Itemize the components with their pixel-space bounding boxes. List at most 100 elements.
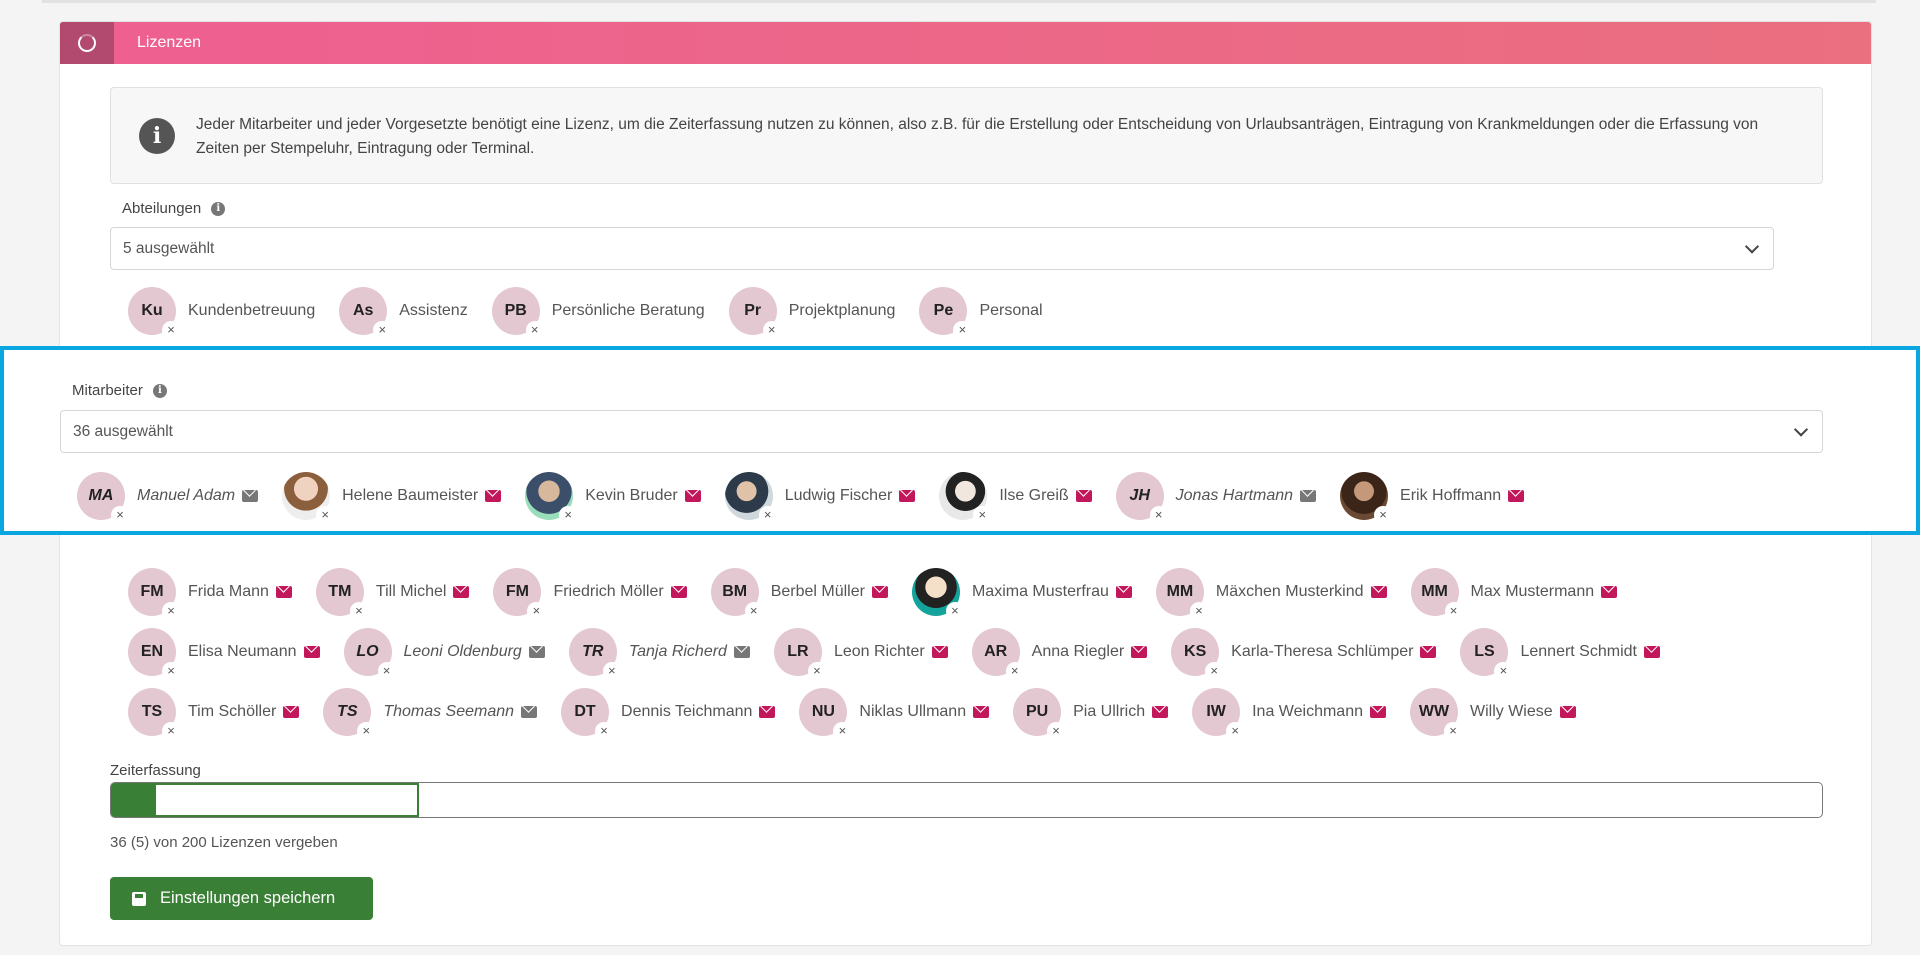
avatar-initials: Pr (744, 302, 762, 319)
avatar: LO × (343, 628, 396, 680)
employees-row-en: EN × Elisa Neumann LO × Leoni Oldenburg TR × Tan… (128, 628, 1684, 680)
chip-name: Kevin Bruder (585, 487, 678, 504)
remove-icon[interactable]: × (595, 722, 614, 740)
avatar: TS × (128, 688, 180, 740)
envelope-icon[interactable] (1370, 586, 1387, 598)
remove-icon[interactable]: × (1005, 662, 1024, 680)
avatar-initials: TR (582, 643, 604, 660)
remove-icon[interactable]: × (1374, 506, 1393, 524)
chip: As × Assistenz (339, 287, 468, 339)
avatar: Pe × (919, 287, 972, 339)
remove-icon[interactable]: × (973, 506, 992, 524)
remove-icon[interactable]: × (744, 602, 763, 620)
avatar-initials: NU (811, 703, 835, 720)
envelope-icon[interactable] (1369, 706, 1386, 718)
departments-select[interactable]: 5 ausgewählt (110, 227, 1774, 270)
avatar: TS × (323, 688, 376, 740)
envelope-icon[interactable] (485, 490, 502, 502)
avatar: MM × (1155, 568, 1208, 620)
chip: LS × Lennert Schmidt (1460, 628, 1660, 680)
remove-icon[interactable]: × (602, 662, 621, 680)
avatar: × (525, 472, 578, 524)
envelope-icon[interactable] (1559, 706, 1576, 718)
envelope-icon[interactable] (1643, 646, 1660, 658)
chip-name: Tim Schöller (188, 703, 277, 720)
remove-icon[interactable]: × (1444, 602, 1463, 620)
remove-icon[interactable]: × (162, 662, 180, 680)
avatar-initials: Ku (141, 302, 163, 319)
envelope-icon[interactable] (521, 706, 538, 718)
chip-name: Helene Baumeister (342, 487, 479, 504)
chip: NU × Niklas Ullmann (799, 688, 990, 740)
envelope-icon[interactable] (733, 646, 750, 658)
chip: TS × Tim Schöller (128, 688, 300, 740)
remove-icon[interactable]: × (1149, 506, 1168, 524)
remove-icon[interactable]: × (162, 602, 180, 620)
envelope-icon[interactable] (684, 490, 701, 502)
chip-name: Maxima Musterfrau (971, 583, 1109, 600)
remove-icon[interactable]: × (762, 321, 781, 339)
avatar-initials: KS (1184, 643, 1207, 660)
chip: BM × Berbel Müller (710, 568, 888, 620)
envelope-icon[interactable] (973, 706, 990, 718)
envelope-icon[interactable] (303, 646, 320, 658)
chip-name: Karla-Theresa Schlümper (1231, 643, 1414, 660)
envelope-icon[interactable] (242, 490, 259, 502)
envelope-icon[interactable] (1075, 490, 1092, 502)
remove-icon[interactable]: × (807, 662, 826, 680)
employees-select[interactable]: 36 ausgewählt (60, 410, 1823, 453)
time-tracking-label: Zeiterfassung (110, 762, 201, 779)
envelope-icon[interactable] (1131, 646, 1148, 658)
remove-icon[interactable]: × (1189, 602, 1208, 620)
chip-name: Anna Riegler (1031, 643, 1125, 660)
save-settings-button[interactable]: Einstellungen speichern (110, 877, 373, 920)
remove-icon[interactable]: × (349, 602, 368, 620)
chip: WW × Willy Wiese (1409, 688, 1576, 740)
time-tracking-label-text: Zeiterfassung (110, 762, 201, 779)
employees-row-highlighted: MA × Manuel Adam × Helene Baumeister × Kevin B… (77, 472, 1548, 524)
envelope-icon[interactable] (931, 646, 948, 658)
remove-icon[interactable]: × (945, 602, 964, 620)
envelope-icon[interactable] (1300, 490, 1317, 502)
remove-icon[interactable]: × (162, 321, 180, 339)
remove-icon[interactable]: × (377, 662, 396, 680)
chip-name: Assistenz (399, 302, 468, 319)
envelope-icon[interactable] (283, 706, 300, 718)
chevron-down-icon[interactable] (1744, 238, 1760, 254)
envelope-icon[interactable] (871, 586, 888, 598)
chip: Pe × Personal (919, 287, 1043, 339)
chip: LR × Leon Richter (773, 628, 948, 680)
chip-name: Pia Ullrich (1073, 703, 1146, 720)
remove-icon[interactable]: × (162, 722, 180, 740)
remove-icon[interactable]: × (758, 506, 777, 524)
remove-icon[interactable]: × (525, 321, 544, 339)
remove-icon[interactable]: × (1226, 722, 1245, 740)
avatar-initials: EN (140, 643, 164, 660)
envelope-icon[interactable] (1152, 706, 1169, 718)
envelope-icon[interactable] (1601, 586, 1618, 598)
chip-name: Friedrich Möller (553, 583, 664, 600)
envelope-icon[interactable] (899, 490, 916, 502)
employees-help-icon[interactable]: i (152, 383, 167, 398)
remove-icon[interactable]: × (111, 506, 129, 524)
envelope-icon[interactable] (528, 646, 545, 658)
envelope-icon[interactable] (275, 586, 292, 598)
envelope-icon[interactable] (670, 586, 687, 598)
chip-name: Erik Hoffmann (1400, 487, 1502, 504)
chevron-down-icon[interactable] (1793, 421, 1809, 437)
remove-icon[interactable]: × (1443, 722, 1462, 740)
envelope-icon[interactable] (453, 586, 470, 598)
avatar-initials: IW (1206, 703, 1226, 720)
remove-icon[interactable]: × (316, 506, 335, 524)
departments-help-icon[interactable]: i (211, 201, 226, 216)
remove-icon[interactable]: × (1047, 722, 1066, 740)
avatar-initials: AR (984, 643, 1008, 660)
envelope-icon[interactable] (1420, 646, 1437, 658)
chip-name: Kundenbetreuung (188, 302, 316, 319)
avatar: × (939, 472, 992, 524)
envelope-icon[interactable] (1115, 586, 1132, 598)
envelope-icon[interactable] (1508, 490, 1525, 502)
remove-icon[interactable]: × (559, 506, 578, 524)
envelope-icon[interactable] (759, 706, 776, 718)
avatar: × (1340, 472, 1393, 524)
